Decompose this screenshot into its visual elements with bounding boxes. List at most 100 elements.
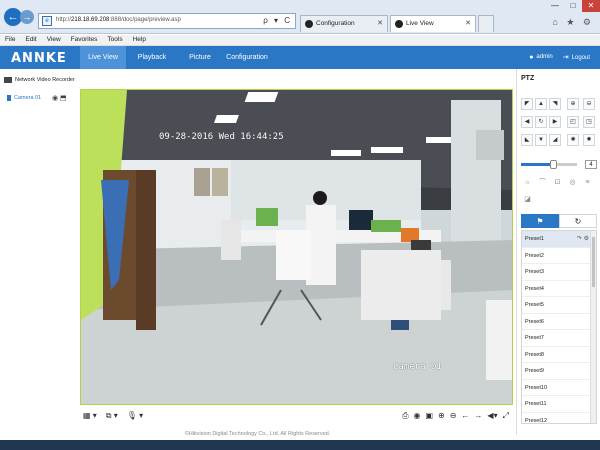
auxiliary-focus-icon[interactable]: ⊡ — [552, 177, 563, 188]
ptz-up-right-button[interactable]: ◥ — [549, 98, 561, 110]
scrollbar[interactable] — [590, 231, 596, 423]
osd-camera-name: Camera 01 — [393, 362, 442, 372]
ptz-down-left-button[interactable]: ◣ — [521, 134, 533, 146]
tab-playback[interactable]: Playback — [130, 46, 174, 69]
iris-open-icon[interactable]: ✺ — [567, 134, 579, 146]
list-item[interactable]: Preset9 — [522, 363, 596, 380]
browser-tab-live-view[interactable]: Live View ✕ — [390, 15, 476, 32]
ptz-speed-slider[interactable] — [521, 160, 577, 169]
preset-label: Preset4 — [525, 285, 544, 292]
close-tab-icon[interactable]: ✕ — [377, 19, 383, 27]
window-controls: — □ ✕ — [546, 0, 600, 12]
ptz-speed-value[interactable]: 4 — [585, 160, 597, 169]
os-taskbar — [0, 440, 600, 450]
url-host: 218.18.69.208 — [71, 17, 110, 23]
lens-init-icon[interactable]: ◎ — [567, 177, 578, 188]
record-icon[interactable]: ◉ — [413, 411, 420, 421]
ptz-up-left-button[interactable]: ◤ — [521, 98, 533, 110]
logout-link[interactable]: ⇥ Logout — [563, 53, 590, 61]
list-item[interactable]: Preset5 — [522, 297, 596, 314]
iris-close-icon[interactable]: ✹ — [583, 134, 595, 146]
next-page-icon[interactable]: → — [474, 411, 482, 421]
user-icon: ● — [529, 53, 534, 61]
menu-view[interactable]: View — [42, 35, 66, 45]
menu-help[interactable]: Help — [128, 35, 151, 45]
stop-all-icon[interactable]: ▣ — [425, 411, 433, 421]
scrollbar-thumb[interactable] — [592, 237, 595, 287]
home-favorites-settings-icons[interactable]: ⌂ ★ ⚙ — [552, 17, 594, 28]
list-item[interactable]: Preset12 — [522, 413, 596, 424]
browser-tab-configuration[interactable]: Configuration ✕ — [300, 15, 388, 32]
capture-icon[interactable]: ⎙ — [402, 411, 408, 421]
focus-far-icon[interactable]: ◳ — [583, 116, 595, 128]
microphone-icon[interactable]: 🎙 ▾ — [127, 411, 143, 421]
wiper-icon[interactable]: ⌒ — [537, 177, 548, 188]
address-bar-icons[interactable]: ρ ▾ C — [263, 16, 292, 25]
zoom-in-icon[interactable]: ⊕ — [438, 411, 445, 421]
zoom-in-icon[interactable]: ⊕ — [567, 98, 579, 110]
ptz-down-right-button[interactable]: ◢ — [549, 134, 561, 146]
copyright-footer: ©Hikvision Digital Technology Co., Ltd. … — [184, 431, 331, 437]
list-item[interactable]: Preset6 — [522, 314, 596, 330]
volume-icon[interactable]: ◀▾ — [487, 411, 497, 421]
device-node[interactable]: Network Video Recorder — [4, 77, 75, 83]
osd-timestamp: 09-28-2016 Wed 16:44:25 — [159, 132, 284, 142]
speed-handle[interactable] — [549, 160, 557, 169]
preset-label: Preset3 — [525, 269, 544, 275]
list-item[interactable]: Preset3 — [522, 264, 596, 281]
user-area: ● admin ⇥ Logout — [529, 53, 590, 62]
close-tab-icon[interactable]: ✕ — [465, 19, 471, 27]
ptz-down-button[interactable]: ▼ — [535, 134, 547, 146]
list-item[interactable]: Preset11 — [522, 396, 596, 413]
light-icon[interactable]: ☼ — [522, 177, 533, 188]
tab-picture[interactable]: Picture — [180, 46, 220, 69]
forward-arrow-icon[interactable]: → — [20, 10, 34, 24]
list-item[interactable]: Preset2 — [522, 248, 596, 264]
preset-label: Preset2 — [525, 252, 544, 259]
brand-logo: ANNKE — [11, 51, 67, 66]
zoom-out-icon[interactable]: ⊖ — [450, 411, 457, 421]
preset-label: Preset9 — [525, 368, 544, 374]
list-item[interactable]: Preset10 — [522, 380, 596, 396]
menu-favorites[interactable]: Favorites — [66, 35, 103, 45]
ptz-auto-button[interactable]: ↻ — [535, 116, 547, 128]
menu-tools[interactable]: Tools — [102, 35, 127, 45]
address-bar[interactable]: e http://218.18.69.208:888/doc/page/prev… — [38, 13, 296, 29]
live-video-feed[interactable]: 09-28-2016 Wed 16:44:25 Camera 01 — [80, 89, 513, 405]
preset-call-settings-icons[interactable]: ↷ ⚙ — [577, 231, 589, 248]
tab-configuration[interactable]: Configuration — [222, 46, 272, 69]
manual-tracking-icon[interactable]: ◪ — [522, 194, 533, 205]
ptz-up-button[interactable]: ▲ — [535, 98, 547, 110]
stream-select-icon[interactable]: ⧉ ▾ — [106, 411, 118, 421]
focus-near-icon[interactable]: ◰ — [567, 116, 579, 128]
camera-record-icons[interactable]: ◉ ⬒ — [52, 94, 67, 102]
list-item[interactable]: Preset4 — [522, 281, 596, 297]
speed-fill — [521, 163, 553, 166]
list-item[interactable]: Preset8 — [522, 347, 596, 363]
site-icon — [395, 20, 403, 28]
tab-presets[interactable]: ⚑ — [521, 214, 559, 228]
zoom-out-icon[interactable]: ⊖ — [583, 98, 595, 110]
url-text[interactable]: http://218.18.69.208:888/doc/page/previe… — [56, 17, 181, 23]
ptz-right-button[interactable]: ▶ — [549, 116, 561, 128]
tab-live-view[interactable]: Live View — [80, 46, 126, 69]
camera-node[interactable]: Camera 01 — [7, 95, 41, 101]
menu-icon[interactable]: ≡ — [582, 177, 593, 188]
window-layout-icon[interactable]: ▦ ▾ — [83, 411, 97, 421]
list-item[interactable]: Preset7 — [522, 330, 596, 347]
minimize-icon[interactable]: — — [546, 0, 564, 12]
maximize-icon[interactable]: □ — [564, 0, 582, 12]
fullscreen-icon[interactable]: ⤢ — [503, 411, 509, 421]
close-window-icon[interactable]: ✕ — [582, 0, 600, 12]
preset-label: Preset11 — [525, 401, 547, 407]
tab-patrols[interactable]: ↻ — [559, 214, 597, 228]
url-path: :888/doc/page/preview.asp — [109, 17, 181, 23]
previous-page-icon[interactable]: ← — [461, 411, 469, 421]
list-item[interactable]: Preset1 ↷ ⚙ — [522, 231, 596, 248]
tab-label: Live View — [406, 20, 434, 27]
menu-file[interactable]: File — [0, 35, 20, 45]
preset-label: Preset8 — [525, 351, 544, 358]
new-tab-button[interactable] — [478, 15, 494, 32]
ptz-left-button[interactable]: ◀ — [521, 116, 533, 128]
menu-edit[interactable]: Edit — [20, 35, 41, 45]
